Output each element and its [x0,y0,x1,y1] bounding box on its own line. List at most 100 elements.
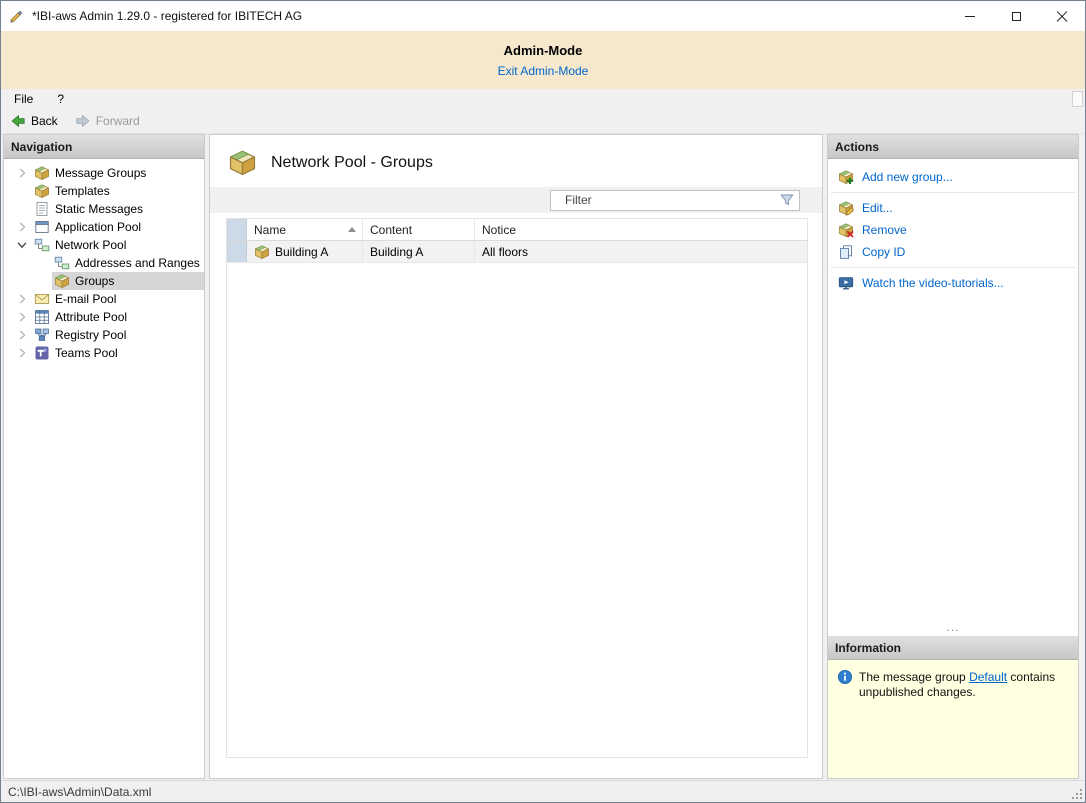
video-icon [838,275,854,291]
close-button[interactable] [1039,1,1085,31]
chevron-right-icon[interactable] [12,308,32,326]
menu-help[interactable]: ? [57,92,64,106]
chevron-right-icon[interactable] [12,326,32,344]
forward-label: Forward [95,114,140,128]
table-header-row: Name Content Notice [227,219,807,241]
back-arrow-icon [10,113,26,129]
table-empty-area [227,263,807,757]
nav-item-network-pool[interactable]: Network Pool [4,236,204,254]
app-window: *IBI-aws Admin 1.29.0 - registered for I… [0,0,1086,803]
table-row[interactable]: Building A Building A All floors [227,241,807,263]
filter-input[interactable] [553,193,779,207]
separator [831,192,1075,193]
navigation-toolbar: Back Forward [1,109,1085,134]
information-panel: The message group Default contains unpub… [828,660,1078,778]
action-remove[interactable]: Remove [828,219,1078,241]
information-header: Information [828,636,1078,660]
envelope-icon [34,291,50,307]
back-label: Back [31,114,58,128]
chevron-right-icon[interactable] [12,344,32,362]
page-title: Network Pool - Groups [271,153,433,171]
nav-item-message-groups[interactable]: Message Groups [4,164,204,182]
chevron-right-icon[interactable] [12,290,32,308]
status-path: C:\IBI-aws\Admin\Data.xml [8,784,152,799]
main-area: Navigation Message Groups Templates Stat… [1,134,1085,780]
column-header-notice[interactable]: Notice [475,219,807,240]
nav-item-templates[interactable]: Templates [4,182,204,200]
app-icon [9,8,25,24]
close-icon [1056,10,1068,22]
package-remove-icon [838,222,854,238]
nav-item-registry-pool[interactable]: Registry Pool [4,326,204,344]
application-window-icon [34,219,50,235]
column-header-name[interactable]: Name [247,219,363,240]
menu-file[interactable]: File [14,92,33,106]
status-bar: C:\IBI-aws\Admin\Data.xml [1,780,1085,802]
funnel-icon[interactable] [779,192,795,208]
nav-item-static-messages[interactable]: Static Messages [4,200,204,218]
separator [831,267,1075,268]
minimize-button[interactable] [947,1,993,31]
forward-arrow-icon [75,113,91,129]
minimize-icon [965,15,975,17]
groups-table: Name Content Notice Building A Building … [226,218,808,758]
navigation-header: Navigation [4,135,204,159]
actions-panel: Actions Add new group... Edit... Remove [827,134,1079,779]
package-icon [227,148,258,177]
panel-splitter-grip[interactable]: ... [828,621,1078,636]
filter-box [550,189,800,211]
selected-tree-item: Groups [52,272,204,290]
navigation-panel: Navigation Message Groups Templates Stat… [3,134,205,779]
nav-item-addresses-and-ranges[interactable]: Addresses and Ranges [4,254,204,272]
nav-item-teams-pool[interactable]: Teams Pool [4,344,204,362]
network-icon [34,237,50,253]
package-icon [54,273,70,289]
expander-placeholder [32,254,52,272]
maximize-button[interactable] [993,1,1039,31]
action-watch-video-tutorials[interactable]: Watch the video-tutorials... [828,272,1078,294]
maximize-icon [1011,11,1021,21]
package-add-icon [838,169,854,185]
chevron-right-icon[interactable] [12,164,32,182]
back-button[interactable]: Back [10,113,58,129]
info-icon [837,669,853,685]
expander-placeholder [12,182,32,200]
row-selector[interactable] [227,241,247,262]
admin-mode-banner: Admin-Mode Exit Admin-Mode [1,31,1085,89]
nav-item-attribute-pool[interactable]: Attribute Pool [4,308,204,326]
copy-icon [838,244,854,260]
column-header-content[interactable]: Content [363,219,475,240]
teams-icon [34,345,50,361]
action-copy-id[interactable]: Copy ID [828,241,1078,263]
navigation-tree: Message Groups Templates Static Messages [4,159,204,362]
sort-ascending-icon [348,227,356,232]
menu-bar: File ? [1,89,1085,109]
resize-grip-icon[interactable] [1071,788,1083,800]
nav-item-email-pool[interactable]: E-mail Pool [4,290,204,308]
nav-item-application-pool[interactable]: Application Pool [4,218,204,236]
default-group-link[interactable]: Default [969,670,1007,684]
exit-admin-mode-link[interactable]: Exit Admin-Mode [498,64,589,78]
page-title-block: Network Pool - Groups [210,135,822,187]
action-add-new-group[interactable]: Add new group... [828,166,1078,188]
registry-icon [34,327,50,343]
package-edit-icon [838,200,854,216]
chevron-down-icon[interactable] [12,236,32,254]
actions-list: Add new group... Edit... Remove Copy ID [828,159,1078,294]
window-controls [947,1,1085,31]
forward-button[interactable]: Forward [75,113,140,129]
action-edit[interactable]: Edit... [828,197,1078,219]
network-addresses-icon [54,255,70,271]
package-icon [34,165,50,181]
package-icon [34,183,50,199]
nav-item-groups[interactable]: Groups [4,272,204,290]
chevron-right-icon[interactable] [12,218,32,236]
content-panel: Network Pool - Groups Name Content [209,134,823,779]
package-icon [254,244,270,260]
row-selector-header[interactable] [227,219,247,240]
expander-placeholder [32,272,52,290]
row-name-cell: Building A [247,241,363,262]
information-message: The message group Default contains unpub… [859,670,1056,699]
admin-mode-title: Admin-Mode [503,42,583,58]
grid-icon [34,309,50,325]
